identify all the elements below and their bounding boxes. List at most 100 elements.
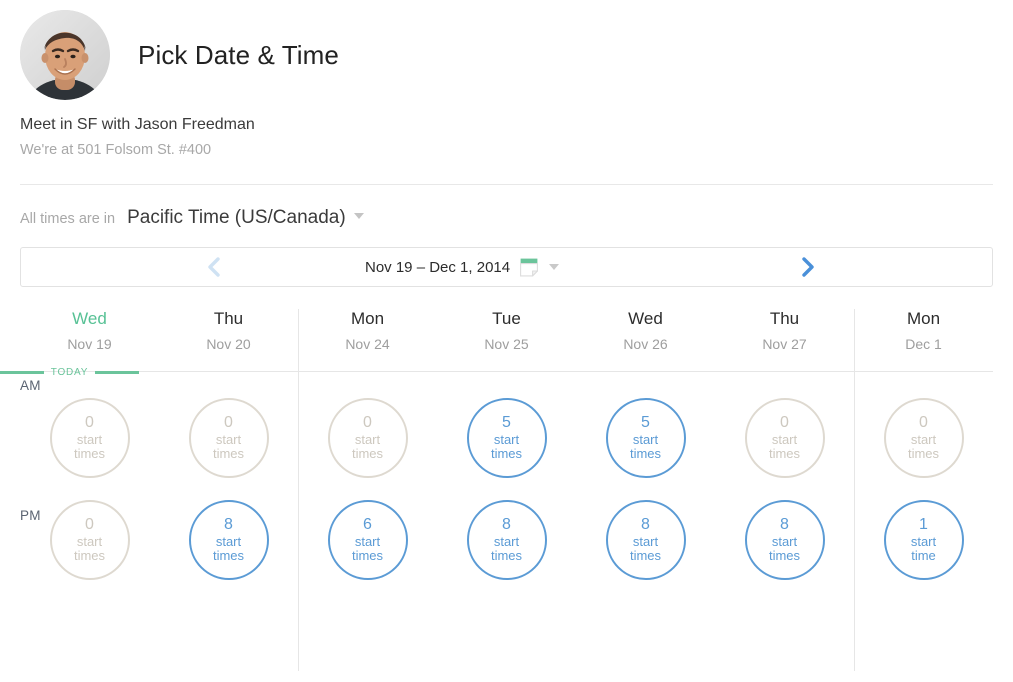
slot-row-pm: 0 start times 8 start times 6 start times 8 start t…: [0, 478, 1013, 580]
day-column-mon-dec-1: Mon Dec 1: [854, 309, 993, 366]
chevron-down-icon: [353, 213, 364, 219]
day-column-thu-nov-20: Thu Nov 20: [159, 309, 298, 366]
day-date: Nov 19: [67, 336, 112, 352]
start-times-circle-mon-am: 0 start times: [883, 398, 964, 478]
day-column-wed-nov-19: Wed Nov 19: [20, 309, 159, 366]
week-divider-2: [854, 309, 855, 671]
page-title: Pick Date & Time: [138, 39, 339, 70]
slot-cell: 5 start times: [576, 398, 715, 478]
day-name: Mon: [906, 309, 941, 328]
slot-row-am: 0 start times 0 start times 0 start times 5 start t…: [0, 366, 1013, 478]
timezone-row: All times are in Pacific Time (US/Canada…: [0, 185, 1013, 229]
date-navigation-bar: Nov 19 – Dec 1, 2014: [20, 247, 993, 287]
calendar-icon[interactable]: [520, 258, 539, 277]
start-times-label: start times: [212, 533, 245, 564]
start-times-count: 0: [224, 414, 233, 431]
day-date: Dec 1: [905, 336, 942, 352]
chevron-right-icon: [801, 257, 814, 277]
start-times-label: start times: [73, 431, 106, 462]
day-name: Mon: [350, 309, 385, 328]
start-times-count: 0: [85, 414, 94, 431]
slot-cell: 0 start times: [20, 398, 159, 478]
slot-cell: 5 start times: [437, 398, 576, 478]
start-times-count: 6: [363, 516, 372, 533]
slot-cell: 8 start times: [159, 500, 298, 580]
slot-cell: 8 start times: [437, 500, 576, 580]
chevron-left-icon: [207, 257, 220, 277]
timezone-value: Pacific Time (US/Canada): [127, 207, 346, 228]
start-times-count: 5: [502, 414, 511, 431]
day-date: Nov 27: [762, 336, 807, 352]
start-times-count: 8: [641, 516, 650, 533]
day-header-row: Wed Nov 19 Thu Nov 20 Mon Nov 24 Tue Nov 25 Wed N…: [0, 309, 1013, 378]
start-times-label: start times: [629, 533, 662, 564]
day-column-wed-nov-26: Wed Nov 26: [576, 309, 715, 366]
start-times-label: start times: [212, 431, 245, 462]
day-column-mon-nov-24: Mon Nov 24: [298, 309, 437, 366]
day-date: Nov 25: [484, 336, 529, 352]
availability-calendar: Wed Nov 19 Thu Nov 20 Mon Nov 24 Tue Nov 25 Wed N…: [0, 309, 1013, 671]
start-times-label: start times: [73, 533, 106, 564]
meeting-info: Meet in SF with Jason Freedman We're at …: [0, 90, 1013, 158]
period-label-pm: PM: [20, 508, 41, 523]
start-times-circle-mon-pm[interactable]: 6 start times: [327, 500, 408, 580]
start-times-circle-wed-pm[interactable]: 8 start times: [605, 500, 686, 580]
page-header: Pick Date & Time: [0, 0, 1013, 100]
start-times-count: 8: [224, 516, 233, 533]
slot-cell: 8 start times: [715, 500, 854, 580]
start-times-circle-wed-am: 0 start times: [49, 398, 130, 478]
start-times-label: start times: [768, 533, 801, 564]
start-times-count: 0: [919, 414, 928, 431]
start-times-count: 1: [919, 516, 928, 533]
start-times-circle-thu-am: 0 start times: [744, 398, 825, 478]
date-range-display: Nov 19 – Dec 1, 2014: [365, 258, 560, 277]
date-range-label: Nov 19 – Dec 1, 2014: [365, 258, 511, 276]
start-times-circle-tue-pm[interactable]: 8 start times: [466, 500, 547, 580]
day-name: Wed: [72, 309, 107, 328]
start-times-circle-wed-pm: 0 start times: [49, 500, 130, 580]
period-label-am: AM: [20, 378, 41, 393]
start-times-count: 0: [85, 516, 94, 533]
previous-week-button[interactable]: [183, 248, 243, 286]
start-times-count: 5: [641, 414, 650, 431]
meeting-location: We're at 501 Folsom St. #400: [20, 142, 212, 158]
start-times-label: start times: [768, 431, 801, 462]
start-times-label: start times: [351, 533, 384, 564]
start-times-label: start time: [910, 533, 937, 564]
avatar: [20, 10, 110, 100]
week-divider-1: [298, 309, 299, 671]
day-column-thu-nov-27: Thu Nov 27: [715, 309, 854, 366]
day-date: Nov 20: [206, 336, 251, 352]
day-name: Wed: [628, 309, 663, 328]
day-column-tue-nov-25: Tue Nov 25: [437, 309, 576, 366]
start-times-label: start times: [490, 533, 523, 564]
next-week-button[interactable]: [777, 248, 837, 286]
day-date: Nov 26: [623, 336, 668, 352]
slot-cell: 0 start times: [159, 398, 298, 478]
day-name: Thu: [769, 309, 800, 328]
slot-cell: 0 start times: [854, 398, 993, 478]
start-times-count: 0: [780, 414, 789, 431]
day-date: Nov 24: [345, 336, 390, 352]
start-times-circle-thu-pm[interactable]: 8 start times: [744, 500, 825, 580]
slot-cell: 8 start times: [576, 500, 715, 580]
slot-cell: 1 start time: [854, 500, 993, 580]
start-times-circle-mon-am: 0 start times: [327, 398, 408, 478]
slot-cell: 0 start times: [298, 398, 437, 478]
day-name: Tue: [492, 309, 521, 328]
start-times-label: start times: [490, 431, 523, 462]
timezone-select[interactable]: Pacific Time (US/Canada): [127, 207, 364, 229]
start-times-label: start times: [907, 431, 940, 462]
start-times-count: 8: [780, 516, 789, 533]
start-times-label: start times: [351, 431, 384, 462]
day-name: Thu: [213, 309, 244, 328]
slot-cell: 0 start times: [715, 398, 854, 478]
start-times-circle-thu-pm[interactable]: 8 start times: [188, 500, 269, 580]
start-times-circle-mon-pm[interactable]: 1 start time: [883, 500, 964, 580]
start-times-count: 8: [502, 516, 511, 533]
start-times-circle-wed-am[interactable]: 5 start times: [605, 398, 686, 478]
slots-area: AM 0 start times 0 start times 0 start times 5 star…: [0, 366, 1013, 580]
calendar-chevron-down-icon[interactable]: [549, 264, 560, 270]
start-times-count: 0: [363, 414, 372, 431]
start-times-circle-tue-am[interactable]: 5 start times: [466, 398, 547, 478]
